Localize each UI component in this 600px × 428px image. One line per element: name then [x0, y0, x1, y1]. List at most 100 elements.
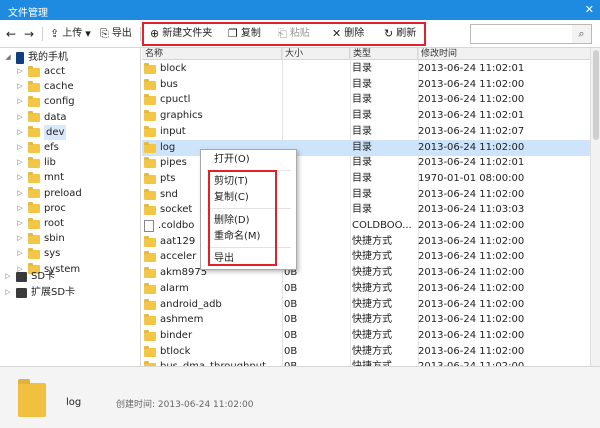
expand-toggle-icon[interactable]: ▷ — [16, 64, 24, 79]
table-row[interactable]: ashmem 0B 快捷方式 2013-06-24 11:02:00 — [142, 312, 600, 328]
expand-toggle-icon[interactable]: ◢ — [4, 50, 12, 65]
table-row[interactable]: graphics 目录 2013-06-24 11:02:01 — [142, 108, 600, 124]
table-row[interactable]: input 目录 2013-06-24 11:02:07 — [142, 124, 600, 140]
sd-card-icon — [16, 287, 27, 298]
tree-item-sys[interactable]: ▷ sys — [16, 246, 60, 261]
cell-size: 0B — [284, 298, 298, 310]
expand-toggle-icon[interactable]: ▷ — [16, 110, 24, 125]
tree-item-efs[interactable]: ▷ efs — [16, 140, 59, 155]
cell-size: 0B — [284, 314, 298, 326]
cell-date: 2013-06-24 11:02:01 — [418, 110, 525, 122]
phone-icon — [16, 51, 24, 64]
toolbar-divider — [140, 27, 141, 41]
cell-type: 目录 — [352, 204, 372, 216]
tree-item-root[interactable]: ◢ 我的手机 — [4, 50, 68, 65]
expand-toggle-icon[interactable]: ▷ — [16, 170, 24, 185]
file-name: block — [160, 63, 187, 74]
menu-item-open[interactable]: 打开(O) — [214, 153, 250, 167]
table-row[interactable]: alarm 0B 快捷方式 2013-06-24 11:02:00 — [142, 281, 600, 297]
expand-toggle-icon[interactable]: ▷ — [16, 125, 24, 140]
export-icon: ⎘ — [100, 27, 109, 40]
file-name: pts — [160, 172, 176, 184]
tree-item-label: root — [44, 218, 65, 229]
file-name: btlock — [160, 345, 191, 357]
table-row[interactable]: android_adb 0B 快捷方式 2013-06-24 11:02:00 — [142, 297, 600, 313]
cell-name: alarm — [144, 281, 280, 297]
expand-toggle-icon[interactable]: ▷ — [16, 201, 24, 216]
expand-toggle-icon[interactable]: ▷ — [16, 140, 24, 155]
expand-toggle-icon[interactable]: ▷ — [16, 216, 24, 231]
folder-icon — [144, 172, 156, 184]
tree-item-sd[interactable]: ▷ SD卡 — [4, 269, 55, 284]
close-icon[interactable]: ✕ — [585, 3, 594, 16]
tree-item-label: mnt — [44, 172, 64, 184]
folder-icon — [144, 235, 156, 247]
cell-size: 0B — [284, 282, 298, 294]
table-row[interactable]: cpuctl 目录 2013-06-24 11:02:00 — [142, 92, 600, 108]
tree-item-mnt[interactable]: ▷ mnt — [16, 170, 64, 185]
expand-toggle-icon[interactable]: ▷ — [4, 269, 12, 284]
table-row[interactable]: block 目录 2013-06-24 11:02:01 — [142, 61, 600, 77]
table-row[interactable]: btlock 0B 快捷方式 2013-06-24 11:02:00 — [142, 344, 600, 360]
cell-size: 0B — [284, 359, 344, 366]
cell-type: COLDBOO... — [352, 220, 412, 231]
scrollbar-thumb[interactable] — [593, 50, 599, 140]
column-header-name[interactable]: 名称 — [142, 48, 282, 60]
folder-icon — [144, 345, 156, 357]
toolbar-divider — [42, 27, 43, 41]
forward-button[interactable]: → — [24, 26, 34, 42]
search-icon[interactable]: ⌕ — [572, 24, 592, 44]
folder-icon — [28, 187, 40, 199]
cell-date: 2013-06-24 11:02:00 — [418, 188, 525, 200]
table-row[interactable]: bus 目录 2013-06-24 11:02:00 — [142, 77, 600, 93]
tree-item-config[interactable]: ▷ config — [16, 94, 75, 109]
expand-toggle-icon[interactable]: ▷ — [16, 231, 24, 246]
expand-toggle-icon[interactable]: ▷ — [4, 285, 12, 300]
tree-item-data[interactable]: ▷ data — [16, 110, 67, 125]
scrollbar[interactable] — [590, 48, 600, 366]
cell-size: 0B — [284, 345, 298, 357]
tree-item-preload[interactable]: ▷ preload — [16, 186, 82, 201]
tree-item-label: preload — [44, 187, 82, 199]
column-header-type[interactable]: 类型 — [350, 48, 418, 60]
cell-type: 快捷方式 — [352, 359, 418, 366]
tree-item-lib[interactable]: ▷ lib — [16, 155, 56, 170]
file-name: cpuctl — [160, 94, 191, 106]
export-label: 导出 — [111, 28, 132, 39]
file-name: pipes — [160, 157, 187, 169]
tree-item-acct[interactable]: ▷ acct — [16, 64, 65, 79]
export-button[interactable]: ⎘ 导出 — [100, 26, 132, 42]
expand-toggle-icon[interactable]: ▷ — [16, 186, 24, 201]
column-header-size[interactable]: 大小 — [282, 48, 350, 60]
upload-button[interactable]: ⇪ 上传 ▾ — [50, 26, 91, 42]
tree-item-label: sbin — [44, 233, 65, 245]
file-name: socket — [160, 204, 193, 216]
details-pane: log 创建时间: 2013-06-24 11:02:00 — [0, 366, 600, 428]
title-bar: 文件管理 ✕ — [0, 0, 600, 20]
tree-item-sbin[interactable]: ▷ sbin — [16, 231, 65, 246]
expand-toggle-icon[interactable]: ▷ — [16, 155, 24, 170]
cell-type: 快捷方式 — [352, 329, 392, 341]
file-name: alarm — [160, 282, 189, 294]
folder-icon — [144, 204, 156, 216]
folder-icon — [28, 156, 40, 168]
folder-icon — [144, 298, 156, 310]
expand-toggle-icon[interactable]: ▷ — [16, 79, 24, 94]
table-row[interactable]: binder 0B 快捷方式 2013-06-24 11:02:00 — [142, 328, 600, 344]
back-button[interactable]: ← — [6, 26, 16, 42]
expand-toggle-icon[interactable]: ▷ — [16, 246, 24, 261]
tree-item-root[interactable]: ▷ root — [16, 216, 64, 231]
tree-item-cache[interactable]: ▷ cache — [16, 79, 74, 94]
tree-item-proc[interactable]: ▷ proc — [16, 201, 66, 216]
table-row[interactable]: bus_dma_throughput 0B 快捷方式2013-06-24 11:02… — [142, 359, 600, 366]
cell-name: bus — [144, 77, 280, 93]
tree-item-dev[interactable]: ▷ dev — [16, 124, 67, 140]
column-header-date[interactable]: 修改时间 — [418, 48, 600, 60]
file-name: input — [160, 125, 186, 137]
tree-item-ext-sd[interactable]: ▷ 扩展SD卡 — [4, 285, 75, 300]
cell-type: 目录 — [352, 78, 372, 90]
folder-icon — [28, 126, 40, 138]
expand-toggle-icon[interactable]: ▷ — [16, 94, 24, 109]
tree-item-label: dev — [44, 124, 67, 140]
folder-icon — [144, 94, 156, 106]
